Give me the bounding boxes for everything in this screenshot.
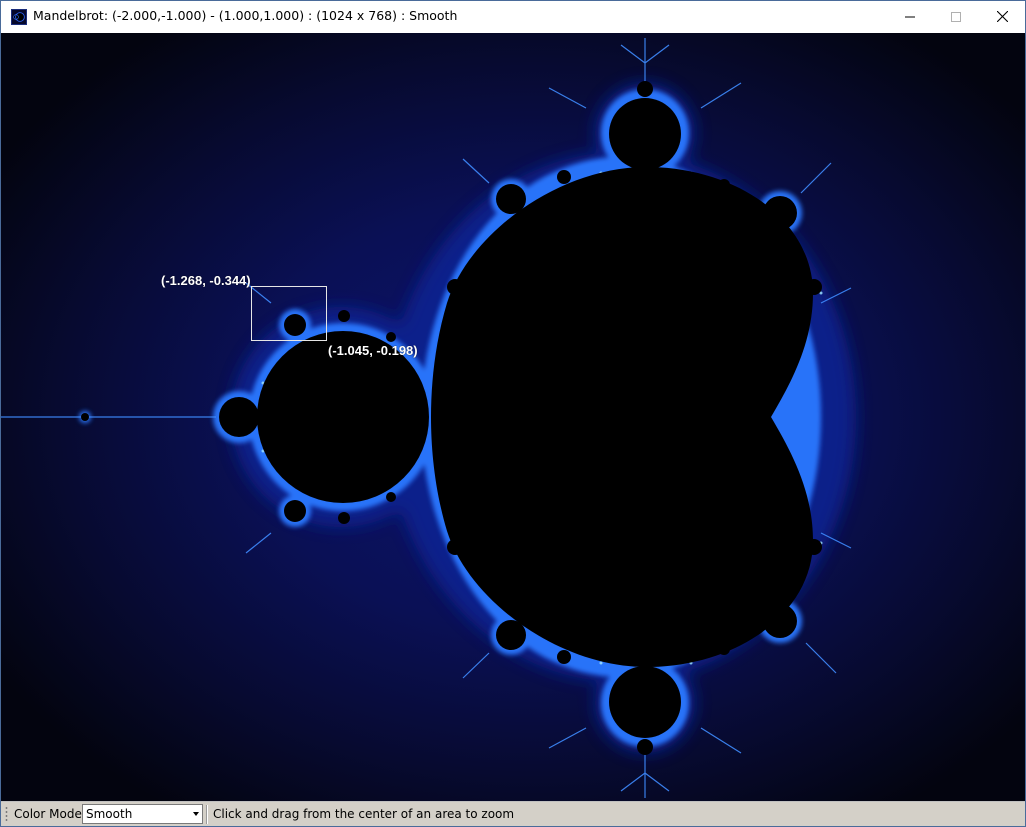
maximize-button[interactable] <box>933 1 979 32</box>
status-text: Click and drag from the center of an are… <box>213 807 515 821</box>
maximize-icon <box>951 11 961 22</box>
mandelbrot-canvas[interactable]: (-1.268, -0.344) (-1.045, -0.198) <box>1 33 1025 801</box>
color-mode-value: Smooth <box>86 807 133 821</box>
selection-bottom-right-label: (-1.045, -0.198) <box>328 343 418 358</box>
mandelbrot-render <box>1 33 1025 801</box>
minimize-button[interactable] <box>887 1 933 32</box>
close-button[interactable] <box>979 1 1025 32</box>
app-window: Mandelbrot: (-2.000,-1.000) - (1.000,1.0… <box>0 0 1026 827</box>
mandelbrot-app-icon[interactable] <box>11 9 27 25</box>
toolbar-grip-icon[interactable] <box>5 806 8 823</box>
title-bar[interactable]: Mandelbrot: (-2.000,-1.000) - (1.000,1.0… <box>1 1 1025 32</box>
window-title: Mandelbrot: (-2.000,-1.000) - (1.000,1.0… <box>33 8 458 23</box>
zoom-selection-box[interactable] <box>251 286 327 341</box>
toolbar: Color Mode Smooth Click and drag from th… <box>1 801 1025 826</box>
selection-top-left-label: (-1.268, -0.344) <box>161 273 251 288</box>
minimize-icon <box>905 16 915 17</box>
color-mode-select[interactable]: Smooth <box>82 804 203 824</box>
toolbar-separator <box>206 805 208 824</box>
color-mode-label: Color Mode <box>14 807 82 821</box>
close-icon <box>996 11 1008 22</box>
chevron-down-icon[interactable] <box>193 812 199 816</box>
